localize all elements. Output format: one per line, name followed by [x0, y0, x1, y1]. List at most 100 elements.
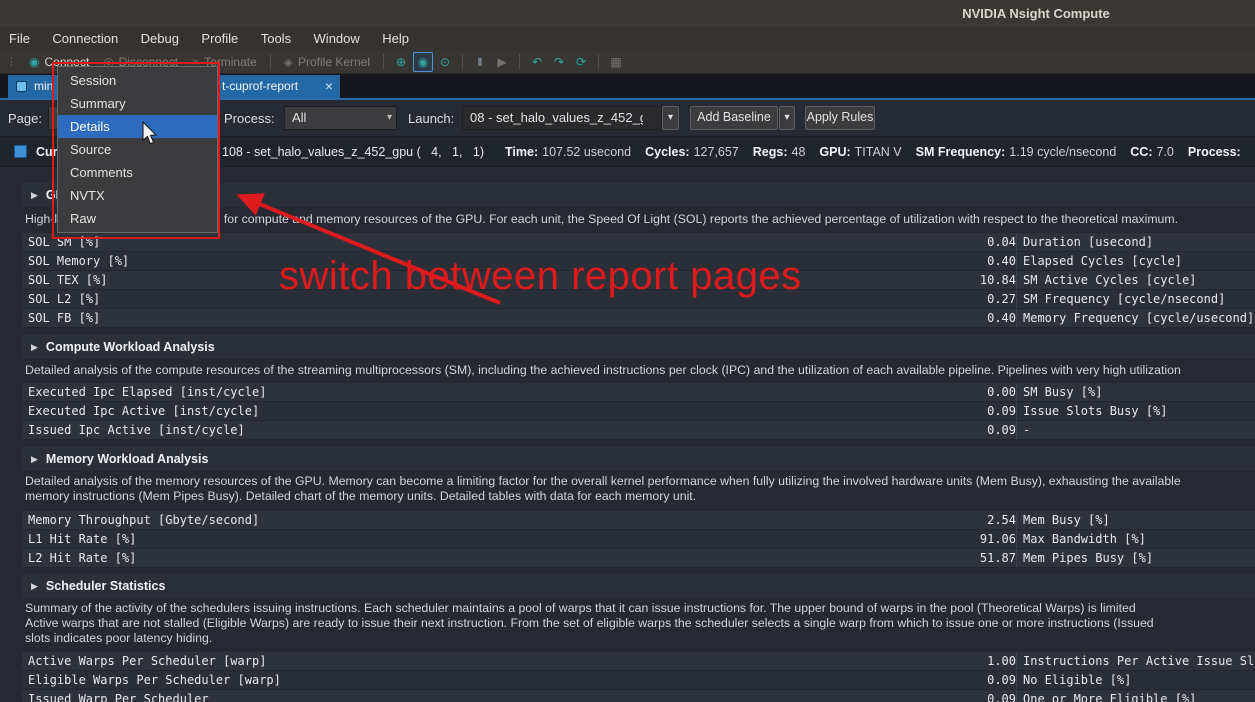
api-stream-tool-icon[interactable]: ⊕: [391, 52, 411, 72]
metric-value: 0.09: [748, 671, 1016, 689]
metric-name-2: Max Bandwidth [%]: [1016, 530, 1255, 548]
table-row: L1 Hit Rate [%] 91.06 Max Bandwidth [%]: [22, 530, 1255, 549]
menu-debug[interactable]: Debug: [132, 27, 188, 50]
section-description: Detailed analysis of the compute resourc…: [25, 363, 1255, 378]
table-row: Issued Warp Per Scheduler 0.09 One or Mo…: [22, 690, 1255, 702]
menu-help[interactable]: Help: [373, 27, 418, 50]
table-row: Executed Ipc Active [inst/cycle] 0.09 Is…: [22, 402, 1255, 421]
report-icon: [16, 81, 27, 92]
scheduler-table: Active Warps Per Scheduler [warp] 1.00 I…: [22, 652, 1255, 702]
section-header-memory[interactable]: ▶ Memory Workload Analysis: [22, 447, 1255, 471]
stat-regs: Regs:48: [753, 145, 806, 159]
toolbar-separator: [270, 54, 271, 69]
metric-name: SOL FB [%]: [22, 309, 748, 327]
kernel-stats: Time:107.52 usecond Cycles: 127,657 Regs:…: [505, 137, 1245, 167]
pause-icon[interactable]: ‖: [470, 52, 490, 72]
annotation-rectangle: [52, 62, 220, 239]
process-label: Process:: [224, 100, 275, 137]
description-line: Detailed analysis of the memory resource…: [25, 474, 1255, 489]
table-row: Executed Ipc Elapsed [inst/cycle] 0.00 S…: [22, 383, 1255, 402]
launch-label: Launch:: [408, 100, 454, 137]
stat-label: Cycles:: [645, 145, 689, 159]
metric-name: L2 Hit Rate [%]: [22, 549, 748, 567]
section-header-compute[interactable]: ▶ Compute Workload Analysis: [22, 335, 1255, 359]
tab-label-end: t-cuprof-report: [222, 75, 298, 98]
metric-name-2: Elapsed Cycles [cycle]: [1016, 252, 1255, 270]
page-label: Page:: [8, 100, 42, 137]
undo-icon[interactable]: ↶: [527, 52, 547, 72]
toolbar-separator: [383, 54, 384, 69]
description-line: Detailed analysis of the compute resourc…: [25, 363, 1255, 378]
stat-value: 127,657: [694, 145, 739, 159]
stat-time: Time:107.52 usecond: [505, 145, 631, 159]
metric-name: Executed Ipc Active [inst/cycle]: [22, 402, 748, 420]
menu-window[interactable]: Window: [305, 27, 369, 50]
metric-name-2: SM Frequency [cycle/nsecond]: [1016, 290, 1255, 308]
metric-name-2: Mem Pipes Busy [%]: [1016, 549, 1255, 567]
compute-table: Executed Ipc Elapsed [inst/cycle] 0.00 S…: [22, 383, 1255, 440]
process-combo[interactable]: All ▾: [284, 106, 397, 130]
profile-kernel-button[interactable]: ◈ Profile Kernel: [277, 51, 377, 73]
launch-combo[interactable]: 08 - set_halo_values_z_452_gpu: [462, 106, 662, 130]
drag-handle-icon: ⋮: [6, 55, 17, 68]
chevron-down-icon: ▾: [387, 107, 392, 129]
expander-icon[interactable]: ▶: [31, 454, 38, 465]
section-description: Detailed analysis of the memory resource…: [25, 474, 1255, 504]
expander-icon[interactable]: ▶: [31, 190, 38, 201]
table-row: Issued Ipc Active [inst/cycle] 0.09 -: [22, 421, 1255, 440]
profile-kernel-icon: ◈: [284, 55, 293, 69]
metric-name-2: No Eligible [%]: [1016, 671, 1255, 689]
add-baseline-button[interactable]: Add Baseline: [690, 106, 778, 130]
annotation-text: switch between report pages: [279, 254, 802, 299]
metric-name: Memory Throughput [Gbyte/second]: [22, 511, 748, 529]
title-bar: NVIDIA Nsight Compute: [0, 0, 1255, 27]
stat-cc: CC:7.0: [1130, 145, 1174, 159]
metric-value: 0.09: [748, 402, 1016, 420]
current-checkbox[interactable]: [14, 145, 27, 158]
menu-profile[interactable]: Profile: [192, 27, 247, 50]
table-row: Eligible Warps Per Scheduler [warp] 0.09…: [22, 671, 1255, 690]
section-description: Summary of the activity of the scheduler…: [25, 601, 1255, 646]
section-header-scheduler[interactable]: ▶ Scheduler Statistics: [22, 574, 1255, 598]
step-icon[interactable]: ▶: [492, 52, 512, 72]
expander-icon[interactable]: ▶: [31, 342, 38, 353]
launch-combo-arrow[interactable]: ▾: [662, 106, 679, 130]
metric-name: L1 Hit Rate [%]: [22, 530, 748, 548]
stat-sm-frequency: SM Frequency:1.19 cycle/nsecond: [916, 145, 1117, 159]
table-row: Memory Throughput [Gbyte/second] 2.54 Me…: [22, 511, 1255, 530]
launch-combo-value: 08 - set_halo_values_z_452_gpu: [470, 107, 643, 129]
metric-name: Executed Ipc Elapsed [inst/cycle]: [22, 383, 748, 401]
stat-value: 107.52 usecond: [542, 145, 631, 159]
toolbar-separator: [462, 54, 463, 69]
report-content: ▶ GPU Speed Of Light High-level overview…: [0, 167, 1255, 702]
menu-tools[interactable]: Tools: [252, 27, 300, 50]
section-title: Compute Workload Analysis: [46, 340, 215, 354]
metric-value: 1.00: [748, 652, 1016, 670]
metric-value: 2.54: [748, 511, 1016, 529]
pages-icon[interactable]: ▦: [606, 52, 626, 72]
metric-value: 0.04: [748, 233, 1016, 251]
metric-name-2: SM Busy [%]: [1016, 383, 1255, 401]
metric-value: 0.09: [748, 421, 1016, 439]
window-title: NVIDIA Nsight Compute: [880, 0, 1192, 27]
profiler-tool-icon[interactable]: ◉: [413, 52, 433, 72]
redo-icon[interactable]: ↷: [549, 52, 569, 72]
stat-label: SM Frequency:: [916, 145, 1006, 159]
description-line: memory instructions (Mem Pipes Busy). De…: [25, 489, 1255, 504]
metric-name-2: SM Active Cycles [cycle]: [1016, 271, 1255, 289]
apply-rules-button[interactable]: Apply Rules: [805, 106, 875, 130]
reload-icon[interactable]: ⟳: [571, 52, 591, 72]
metric-name-2: Issue Slots Busy [%]: [1016, 402, 1255, 420]
stat-process: Process:: [1188, 145, 1245, 159]
metric-value: 0.00: [748, 383, 1016, 401]
sass-tool-icon[interactable]: ⊙: [435, 52, 455, 72]
metric-value: 0.40: [748, 309, 1016, 327]
close-icon[interactable]: ×: [325, 75, 333, 97]
add-baseline-arrow[interactable]: ▾: [779, 106, 795, 130]
stat-label: Process:: [1188, 145, 1241, 159]
menu-file[interactable]: File: [0, 27, 39, 50]
menu-connection[interactable]: Connection: [43, 27, 127, 50]
expander-icon[interactable]: ▶: [31, 581, 38, 592]
metric-value: 91.06: [748, 530, 1016, 548]
memory-table: Memory Throughput [Gbyte/second] 2.54 Me…: [22, 511, 1255, 568]
